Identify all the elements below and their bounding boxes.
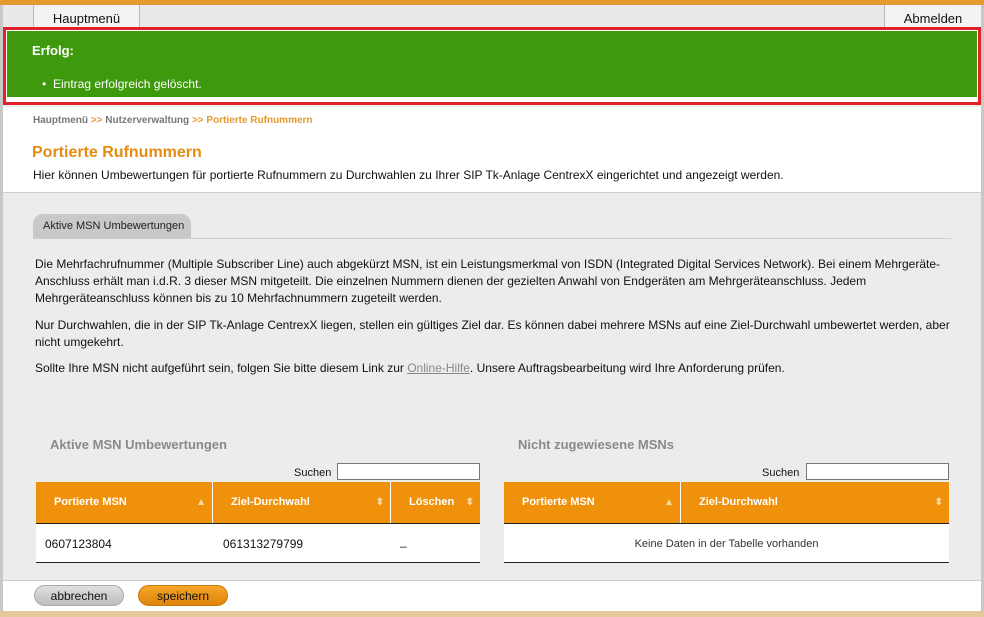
column-header-ziel-durchwahl[interactable]: Ziel-Durchwahl ⬍ <box>213 482 391 523</box>
breadcrumb-item-hauptmenu[interactable]: Hauptmenü <box>33 115 88 126</box>
page-description: Hier können Umbewertungen für portierte … <box>33 168 784 182</box>
search-label: Suchen <box>762 467 800 479</box>
breadcrumb-item-nutzerverwaltung[interactable]: Nutzerverwaltung <box>105 115 189 126</box>
cell-portierte-msn: 0607123804 <box>45 537 112 551</box>
save-button[interactable]: speichern <box>138 585 228 606</box>
column-header-label: Ziel-Durchwahl <box>231 496 310 508</box>
breadcrumb-separator: >> <box>90 115 103 126</box>
column-header-label: Löschen <box>409 496 455 508</box>
column-header-portierte-msn[interactable]: Portierte MSN ▲ <box>504 482 681 523</box>
unassigned-msn-table-title: Nicht zugewiesene MSNs <box>518 437 675 452</box>
sort-both-icon: ⬍ <box>934 497 943 508</box>
breadcrumb-item-current: Portierte Rufnummern <box>206 115 313 126</box>
sort-asc-icon: ▲ <box>664 497 674 508</box>
bottom-strip <box>0 611 984 617</box>
column-header-label: Ziel-Durchwahl <box>699 496 778 508</box>
sort-asc-icon: ▲ <box>196 497 206 508</box>
unassigned-msn-table-header: Portierte MSN ▲ Ziel-Durchwahl ⬍ <box>504 482 949 523</box>
sort-both-icon: ⬍ <box>465 497 474 508</box>
tab-aktive-msn-umbewertungen[interactable]: Aktive MSN Umbewertungen <box>33 214 191 239</box>
column-header-label: Portierte MSN <box>522 496 595 508</box>
bullet-icon: • <box>42 77 47 91</box>
cancel-button[interactable]: abbrechen <box>34 585 124 606</box>
breadcrumb-separator: >> <box>191 115 204 126</box>
column-header-ziel-durchwahl[interactable]: Ziel-Durchwahl ⬍ <box>681 482 949 523</box>
column-header-label: Portierte MSN <box>54 496 127 508</box>
help-text-before: Sollte Ihre MSN nicht aufgeführt sein, f… <box>35 361 408 375</box>
cell-ziel-durchwahl: 061313279799 <box>223 537 304 551</box>
page-header-area: Hauptmenü >> Nutzerverwaltung >> Portier… <box>3 107 981 193</box>
online-help-link[interactable]: Online-Hilfe <box>407 361 470 375</box>
search-input-active-msn[interactable] <box>337 463 480 480</box>
tab-divider <box>33 238 951 239</box>
search-label: Suchen <box>294 467 332 479</box>
delete-link[interactable]: _ <box>400 534 407 548</box>
alert-message: Eintrag erfolgreich gelöscht. <box>53 77 202 91</box>
active-msn-table-title: Aktive MSN Umbewertungen <box>50 437 227 452</box>
breadcrumb: Hauptmenü >> Nutzerverwaltung >> Portier… <box>33 115 313 126</box>
sort-both-icon: ⬍ <box>375 497 384 508</box>
info-paragraph-msn: Die Mehrfachrufnummer (Multiple Subscrib… <box>35 257 941 305</box>
alert-title: Erfolg: <box>32 43 74 58</box>
info-paragraph-durchwahlen: Nur Durchwahlen, die in der SIP Tk-Anlag… <box>35 318 950 349</box>
page-title: Portierte Rufnummern <box>32 144 202 161</box>
column-header-loeschen[interactable]: Löschen ⬍ <box>391 482 480 523</box>
active-msn-table-header: Portierte MSN ▲ Ziel-Durchwahl ⬍ Löschen… <box>36 482 480 523</box>
table-row: 0607123804 061313279799 _ <box>36 523 480 563</box>
success-alert: Erfolg: • Eintrag erfolgreich gelöscht. <box>7 31 977 97</box>
empty-table-message: Keine Daten in der Tabelle vorhanden <box>634 538 819 550</box>
search-input-unassigned-msn[interactable] <box>806 463 949 480</box>
empty-table-row: Keine Daten in der Tabelle vorhanden <box>504 523 949 563</box>
column-header-portierte-msn[interactable]: Portierte MSN ▲ <box>36 482 213 523</box>
info-paragraph-help: Sollte Ihre MSN nicht aufgeführt sein, f… <box>35 360 950 377</box>
help-text-after: . Unsere Auftragsbearbeitung wird Ihre A… <box>469 361 785 375</box>
